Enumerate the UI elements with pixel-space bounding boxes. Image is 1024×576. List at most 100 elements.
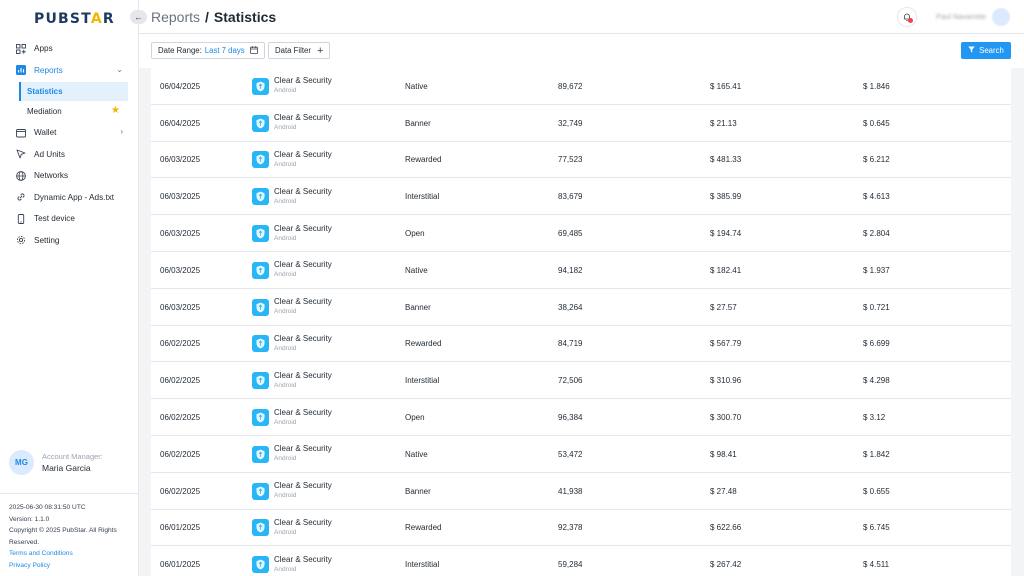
cell-ad-format: Banner [405, 302, 431, 312]
app-name[interactable]: Clear & Security [274, 444, 332, 454]
app-name[interactable]: Clear & Security [274, 187, 332, 197]
statistics-table: 06/04/2025 Clear & Security Android Nati… [151, 68, 1011, 576]
app-platform: Android [274, 418, 297, 426]
sidebar-subitem-statistics[interactable]: Statistics [19, 82, 128, 101]
app-platform: Android [274, 160, 297, 168]
chevron-right-icon: › [120, 127, 123, 136]
sidebar-item-apps[interactable]: Apps [0, 38, 139, 60]
terms-link[interactable]: Terms and Conditions [9, 548, 130, 560]
shield-app-icon [252, 151, 269, 169]
privacy-link[interactable]: Privacy Policy [9, 560, 130, 572]
table-row[interactable]: 06/02/2025 Clear & Security Android Nati… [151, 436, 1011, 473]
cell-app: Clear & Security Android [252, 215, 332, 252]
table-row[interactable]: 06/02/2025 Clear & Security Android Inte… [151, 362, 1011, 400]
cell-revenue: $ 27.48 [710, 486, 737, 496]
app-name[interactable]: Clear & Security [274, 76, 332, 86]
table-row[interactable]: 06/02/2025 Clear & Security Android Rewa… [151, 326, 1011, 363]
search-button[interactable]: Search [961, 42, 1011, 59]
table-row[interactable]: 06/04/2025 Clear & Security Android Nati… [151, 68, 1011, 105]
sidebar-item-wallet[interactable]: Wallet › [0, 122, 139, 144]
filter-funnel-icon [968, 46, 975, 55]
app-name[interactable]: Clear & Security [274, 224, 332, 234]
data-filter-button[interactable]: Data Filter + [268, 42, 331, 59]
app-name[interactable]: Clear & Security [274, 297, 332, 307]
cell-date: 06/04/2025 [160, 81, 201, 91]
calendar-icon [249, 45, 258, 56]
cell-revenue: $ 310.96 [710, 376, 742, 386]
pubstar-logo[interactable]: PUBSTAR [34, 11, 115, 27]
table-row[interactable]: 06/03/2025 Clear & Security Android Open… [151, 215, 1011, 252]
sidebar-subitem-label: Mediation [27, 107, 62, 116]
cell-revenue: $ 27.57 [710, 302, 737, 312]
cell-ad-format: Open [405, 229, 425, 239]
shield-app-icon [252, 372, 269, 390]
link-icon [16, 192, 26, 202]
globe-icon [16, 170, 26, 181]
cell-revenue: $ 165.41 [710, 81, 742, 91]
app-name[interactable]: Clear & Security [274, 371, 332, 381]
sidebar-item-test-device[interactable]: Test device [0, 208, 139, 230]
cell-date: 06/02/2025 [160, 339, 201, 349]
cell-date: 06/03/2025 [160, 229, 201, 239]
table-row[interactable]: 06/02/2025 Clear & Security Android Bann… [151, 473, 1011, 510]
cell-app: Clear & Security Android [252, 142, 332, 179]
table-row[interactable]: 06/03/2025 Clear & Security Android Inte… [151, 178, 1011, 216]
cell-revenue: $ 98.41 [710, 449, 737, 459]
app-name[interactable]: Clear & Security [274, 408, 332, 418]
cell-requests: 53,472 [558, 449, 583, 459]
table-row[interactable]: 06/03/2025 Clear & Security Android Rewa… [151, 142, 1011, 179]
page-title: Statistics [213, 9, 277, 25]
table-row[interactable]: 06/04/2025 Clear & Security Android Bann… [151, 105, 1011, 142]
app-platform: Android [274, 455, 297, 463]
cell-app: Clear & Security Android [252, 68, 332, 105]
cursor-icon [16, 149, 26, 159]
sidebar-item-setting[interactable]: Setting [0, 230, 139, 252]
breadcrumb: Reports / Statistics [151, 9, 276, 25]
app-name[interactable]: Clear & Security [274, 555, 332, 565]
cell-revenue: $ 481.33 [710, 155, 742, 165]
sidebar-item-networks[interactable]: Networks [0, 165, 139, 187]
back-button[interactable]: ← [130, 10, 147, 24]
sidebar-item-label: Setting [34, 235, 60, 245]
app-name[interactable]: Clear & Security [274, 113, 332, 123]
table-row[interactable]: 06/01/2025 Clear & Security Android Rewa… [151, 510, 1011, 547]
user-avatar[interactable] [992, 8, 1010, 26]
account-manager: MG Account Manager: Maria Garcia [9, 450, 103, 475]
sidebar-item-dynamic-app[interactable]: Dynamic App - Ads.txt [0, 187, 139, 209]
app-name[interactable]: Clear & Security [274, 334, 332, 344]
app-platform: Android [274, 381, 297, 389]
app-name[interactable]: Clear & Security [274, 260, 332, 270]
app-platform: Android [274, 308, 297, 316]
notification-button[interactable] [897, 7, 917, 27]
sidebar: PUBSTAR Apps Reports ⌄ Statistics Mediat… [0, 0, 139, 576]
user-name[interactable]: Paul Navarrete [936, 12, 986, 21]
app-platform: Android [274, 528, 297, 536]
cell-ecpm: $ 4.613 [863, 192, 890, 202]
cell-requests: 94,182 [558, 265, 583, 275]
cell-requests: 59,284 [558, 560, 583, 570]
app-name[interactable]: Clear & Security [274, 518, 332, 528]
cell-date: 06/01/2025 [160, 523, 201, 533]
cell-revenue: $ 182.41 [710, 265, 742, 275]
cell-app: Clear & Security Android [252, 289, 332, 326]
date-range-button[interactable]: Date Range: Last 7 days [151, 42, 265, 59]
app-platform: Android [274, 87, 297, 95]
sidebar-subitem-mediation[interactable]: Mediation ★ [19, 102, 128, 121]
shield-app-icon [252, 225, 269, 243]
cell-ad-format: Rewarded [405, 523, 442, 533]
sidebar-item-ad-units[interactable]: Ad Units [0, 144, 139, 166]
table-row[interactable]: 06/03/2025 Clear & Security Android Nati… [151, 252, 1011, 289]
breadcrumb-parent[interactable]: Reports [151, 9, 200, 25]
cell-date: 06/03/2025 [160, 302, 201, 312]
table-row[interactable]: 06/02/2025 Clear & Security Android Open… [151, 399, 1011, 436]
cell-date: 06/02/2025 [160, 376, 201, 386]
cell-revenue: $ 622.66 [710, 523, 742, 533]
cell-ad-format: Open [405, 413, 425, 423]
shield-app-icon [252, 77, 269, 95]
table-row[interactable]: 06/01/2025 Clear & Security Android Inte… [151, 546, 1011, 576]
sidebar-item-reports[interactable]: Reports ⌄ [0, 60, 139, 82]
app-name[interactable]: Clear & Security [274, 481, 332, 491]
app-name[interactable]: Clear & Security [274, 150, 332, 160]
table-row[interactable]: 06/03/2025 Clear & Security Android Bann… [151, 289, 1011, 326]
cell-app: Clear & Security Android [252, 399, 332, 436]
